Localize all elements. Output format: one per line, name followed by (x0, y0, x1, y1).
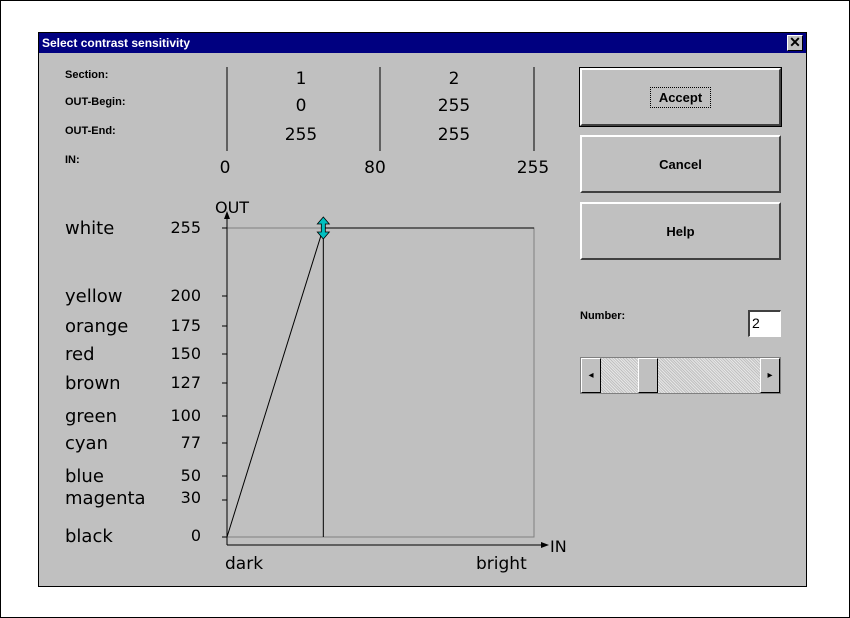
scroll-right-button[interactable]: ▸ (760, 358, 780, 393)
dark-label: dark (225, 554, 263, 574)
number-input[interactable]: 2 (748, 310, 781, 337)
out-axis-label: OUT (215, 198, 249, 217)
cancel-button[interactable]: Cancel (580, 135, 781, 193)
help-button[interactable]: Help (580, 202, 781, 260)
contrast-dialog: Select contrast sensitivity ✕ Section: O… (38, 32, 807, 587)
close-button[interactable]: ✕ (787, 35, 803, 51)
right-arrow-icon: ▸ (767, 370, 773, 381)
x-axis-arrow-icon (541, 542, 549, 548)
number-scrollbar[interactable]: ◂ ▸ (580, 357, 781, 394)
accept-button-label: Accept (649, 86, 712, 108)
scroll-left-button[interactable]: ◂ (581, 358, 601, 393)
number-label: Number: (580, 310, 626, 322)
contrast-curve-graph[interactable]: OUT IN dark bright (39, 33, 579, 586)
accept-button[interactable]: Accept (579, 67, 782, 127)
in-axis-label: IN (550, 537, 567, 556)
left-arrow-icon: ◂ (588, 370, 594, 381)
bright-label: bright (476, 554, 527, 574)
scroll-thumb[interactable] (638, 358, 658, 393)
plot-area (226, 227, 535, 538)
